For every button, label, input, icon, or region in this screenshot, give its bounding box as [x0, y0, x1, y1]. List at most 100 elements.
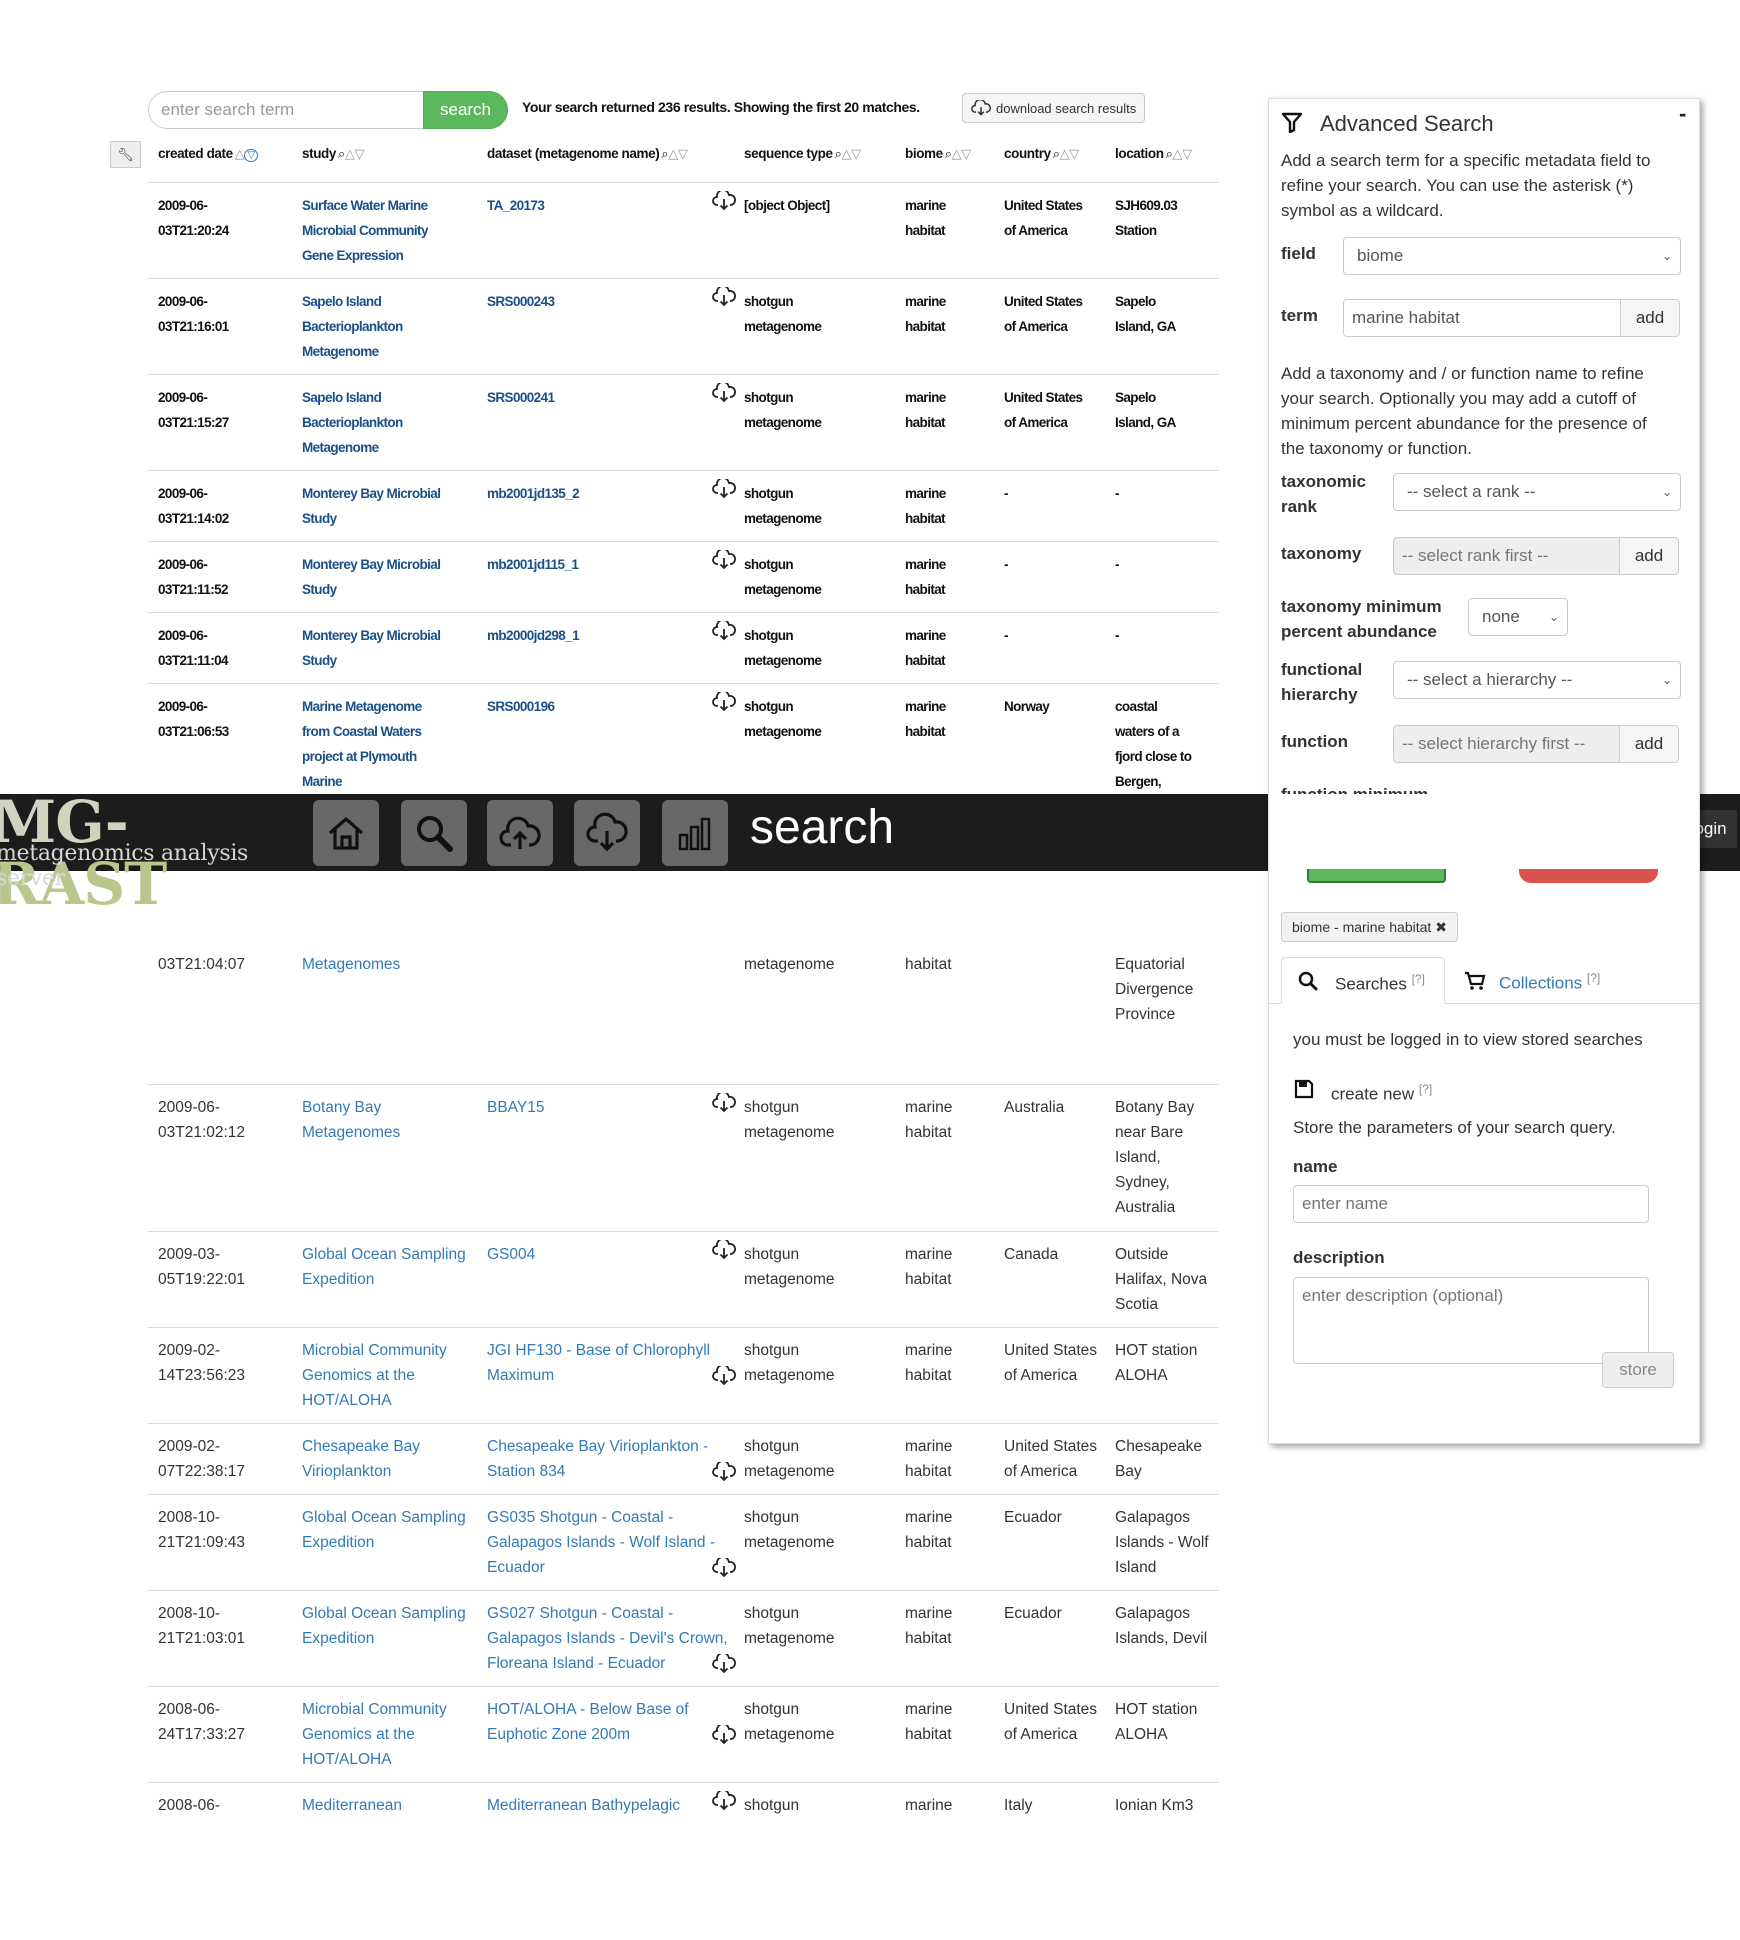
study-link[interactable]: HOT/ALOHA [302, 1388, 480, 1413]
study-link[interactable]: Microbial Community [302, 218, 480, 243]
help-link[interactable]: [?] [1412, 972, 1425, 986]
column-search-icon[interactable]: ⌕ [945, 146, 952, 161]
search-reset-button[interactable] [1519, 869, 1658, 883]
taxonomy-input[interactable] [1393, 537, 1620, 575]
cloud-download-icon[interactable] [712, 1654, 736, 1674]
dataset-link[interactable]: HOT/ALOHA - Below Base of [487, 1697, 732, 1722]
column-header[interactable]: study ⌕△▽ [302, 140, 365, 168]
sort-ascending-icon[interactable]: △ [841, 146, 851, 161]
help-link[interactable]: [?] [1587, 971, 1600, 985]
dataset-link[interactable]: GS035 Shotgun - Coastal - [487, 1505, 732, 1530]
study-link[interactable]: Microbial Community [302, 1338, 480, 1363]
sort-descending-icon[interactable]: ▽ [851, 146, 861, 161]
study-link[interactable]: Virioplankton [302, 1459, 480, 1484]
dataset-link[interactable]: Euphotic Zone 200m [487, 1722, 732, 1747]
cloud-download-icon[interactable] [712, 692, 736, 712]
study-link[interactable]: Study [302, 506, 480, 531]
sort-descending-icon[interactable]: ▽ [1182, 146, 1192, 161]
column-search-icon[interactable]: ⌕ [338, 146, 345, 161]
mg-rast-logo[interactable]: MG-RAST metagenomics analysis server [0, 791, 282, 915]
cloud-download-icon[interactable] [712, 550, 736, 570]
sort-descending-icon[interactable]: ▽ [961, 146, 971, 161]
study-link[interactable]: Global Ocean Sampling [302, 1505, 480, 1530]
study-link[interactable]: HOT/ALOHA [302, 1747, 480, 1772]
sort-ascending-icon[interactable]: △ [345, 146, 355, 161]
add-function-button[interactable]: add [1619, 725, 1679, 763]
sort-descending-icon[interactable]: ▽ [678, 146, 688, 161]
taxonomy-minimum-select[interactable]: none ⌄ [1468, 598, 1568, 636]
taxonomic-rank-select[interactable]: -- select a rank -- ⌄ [1393, 473, 1681, 511]
add-term-button[interactable]: add [1620, 299, 1680, 337]
dataset-link[interactable]: TA_20173 [487, 193, 732, 218]
field-select[interactable]: biome ⌄ [1343, 237, 1681, 275]
dataset-link[interactable]: mb2001jd135_2 [487, 481, 732, 506]
study-link[interactable]: Sapelo Island [302, 385, 480, 410]
dataset-link[interactable]: Floreana Island - Ecuador [487, 1651, 732, 1676]
column-header[interactable]: country ⌕△▽ [1004, 140, 1079, 168]
search-submit-button[interactable] [1307, 869, 1446, 883]
dataset-link[interactable]: JGI HF130 - Base of Chlorophyll [487, 1338, 732, 1363]
study-link[interactable]: Botany Bay [302, 1095, 480, 1120]
add-taxonomy-button[interactable]: add [1619, 537, 1679, 575]
cloud-download-icon[interactable] [712, 1366, 736, 1386]
dataset-link[interactable]: SRS000196 [487, 694, 732, 719]
column-header[interactable]: sequence type ⌕△▽ [744, 140, 861, 168]
sort-ascending-icon[interactable]: △ [1172, 146, 1182, 161]
study-link[interactable]: from Coastal Waters [302, 719, 480, 744]
column-header[interactable]: dataset (metagenome name) ⌕△▽ [487, 140, 688, 168]
cloud-download-icon[interactable] [712, 1240, 736, 1260]
term-input[interactable] [1343, 299, 1621, 337]
study-link[interactable]: Marine Metagenome [302, 694, 480, 719]
study-link[interactable]: Genomics at the [302, 1722, 480, 1747]
nav-home-button[interactable] [313, 800, 379, 866]
study-link[interactable]: Surface Water Marine [302, 193, 480, 218]
table-settings-button[interactable]: 🔧︎ [110, 141, 141, 168]
dataset-link[interactable]: Galapagos Islands - Wolf Island - [487, 1530, 732, 1555]
dataset-link[interactable]: Galapagos Islands - Devil's Crown, [487, 1626, 732, 1651]
dataset-link[interactable]: mb2001jd115_1 [487, 552, 732, 577]
dataset-link[interactable]: SRS000243 [487, 289, 732, 314]
study-link[interactable]: Metagenomes [302, 952, 480, 977]
nav-search-button[interactable] [401, 800, 467, 866]
study-link[interactable]: Study [302, 648, 480, 673]
study-link[interactable]: Monterey Bay Microbial [302, 623, 480, 648]
dataset-link[interactable]: GS027 Shotgun - Coastal - [487, 1601, 732, 1626]
study-link[interactable]: Microbial Community [302, 1697, 480, 1722]
study-link[interactable]: Metagenome [302, 435, 480, 460]
study-link[interactable]: Monterey Bay Microbial [302, 481, 480, 506]
cloud-download-icon[interactable] [712, 191, 736, 211]
dataset-link[interactable]: Station 834 [487, 1459, 732, 1484]
study-link[interactable]: Mediterranean [302, 1793, 480, 1818]
study-link[interactable]: Monterey Bay Microbial [302, 552, 480, 577]
study-link[interactable]: Metagenome [302, 339, 480, 364]
download-results-button[interactable]: download search results [962, 93, 1146, 123]
nav-upload-button[interactable] [487, 800, 553, 866]
column-header[interactable]: created date △ ▽ [158, 140, 258, 168]
dataset-link[interactable]: Chesapeake Bay Virioplankton - [487, 1434, 732, 1459]
remove-filter-icon[interactable]: ✖ [1435, 919, 1447, 935]
dataset-link[interactable]: SRS000241 [487, 385, 732, 410]
study-link[interactable]: Bacterioplankton [302, 314, 480, 339]
filter-tag[interactable]: biome - marine habitat ✖ [1281, 912, 1458, 942]
dataset-link[interactable]: GS004 [487, 1242, 732, 1267]
dataset-link[interactable]: Mediterranean Bathypelagic [487, 1793, 732, 1818]
study-link[interactable]: Metagenomes [302, 1120, 480, 1145]
description-input[interactable] [1293, 1277, 1649, 1364]
study-link[interactable]: Expedition [302, 1267, 480, 1292]
study-link[interactable]: Global Ocean Sampling [302, 1601, 480, 1626]
cloud-download-icon[interactable] [712, 479, 736, 499]
column-header[interactable]: biome ⌕△▽ [905, 140, 971, 168]
dataset-link[interactable]: BBAY15 [487, 1095, 732, 1120]
column-header[interactable]: location ⌕△▽ [1115, 140, 1192, 168]
sort-descending-icon[interactable]: ▽ [1069, 146, 1079, 161]
function-input[interactable] [1393, 725, 1620, 763]
study-link[interactable]: Global Ocean Sampling [302, 1242, 480, 1267]
help-link[interactable]: [?] [1419, 1082, 1432, 1096]
study-link[interactable]: Marine [302, 769, 480, 794]
cloud-download-icon[interactable] [712, 1558, 736, 1578]
store-button[interactable]: store [1602, 1352, 1674, 1388]
study-link[interactable]: Study [302, 577, 480, 602]
sort-descending-icon[interactable]: ▽ [244, 149, 258, 162]
search-input[interactable] [148, 91, 423, 129]
sort-ascending-icon[interactable]: △ [668, 146, 678, 161]
